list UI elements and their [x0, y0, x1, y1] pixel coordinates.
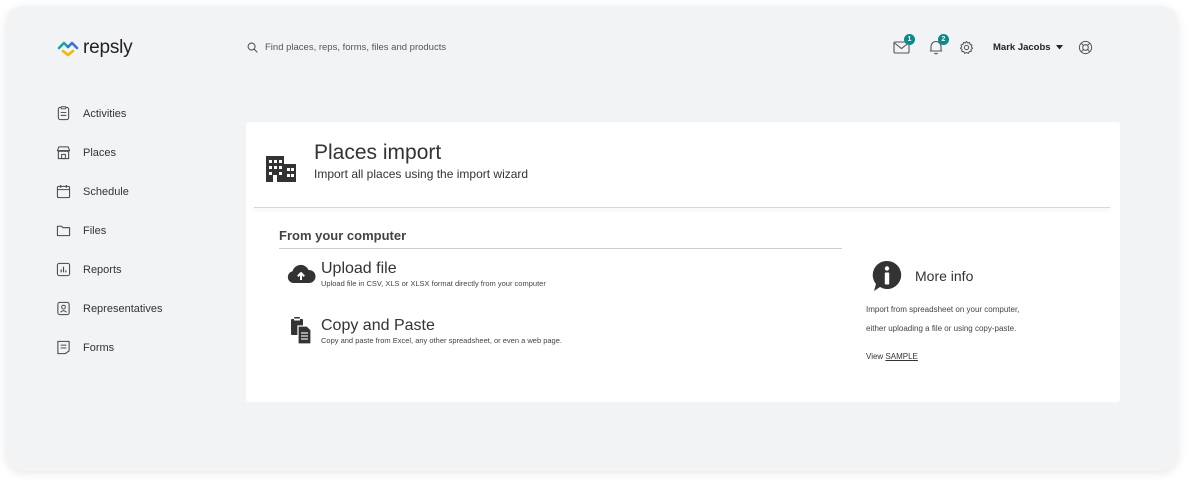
more-info-line: either uploading a file or using copy-pa… [866, 324, 1017, 333]
info-icon [872, 260, 902, 291]
view-sample: View SAMPLE [866, 352, 1096, 361]
global-search [247, 42, 585, 53]
calendar-icon [56, 184, 71, 199]
caret-down-icon [1055, 44, 1063, 49]
sidebar-item-label: Representatives [83, 302, 163, 315]
page-subtitle: Import all places using the import wizar… [314, 167, 529, 181]
sidebar-item-reports[interactable]: Reports [56, 250, 163, 289]
upload-file-description: Upload file in CSV, XLS or XLSX format d… [321, 279, 546, 288]
cloud-upload-icon [287, 264, 316, 283]
storefront-icon [56, 146, 71, 160]
sidebar-item-label: Reports [83, 263, 122, 276]
more-info-title: More info [915, 268, 974, 284]
upload-file-option[interactable]: Upload file Upload file in CSV, XLS or X… [281, 260, 546, 288]
page-header: Places import Import all places using th… [264, 140, 528, 182]
more-info-panel: More info Import from spreadsheet on you… [866, 260, 1096, 361]
sidebar-item-label: Forms [83, 341, 115, 354]
repsly-logo-icon [57, 41, 79, 57]
section-divider [279, 248, 842, 249]
search-icon [247, 42, 258, 53]
lifebuoy-icon [1078, 40, 1093, 54]
building-icon [266, 156, 296, 182]
copy-paste-description: Copy and paste from Excel, any other spr… [321, 336, 562, 345]
page-title: Places import [314, 141, 442, 164]
clipboard-icon [57, 106, 70, 121]
help-button[interactable] [1075, 36, 1097, 58]
search-input[interactable] [265, 42, 585, 53]
mail-badge: 1 [904, 34, 915, 45]
user-menu[interactable]: Mark Jacobs [993, 42, 1063, 53]
sidebar-item-label: Places [83, 146, 117, 159]
sidebar-item-label: Activities [83, 107, 127, 120]
settings-button[interactable] [955, 36, 977, 58]
sidebar: Activities Places Schedule Files Reports… [56, 94, 163, 367]
gear-icon [959, 40, 973, 54]
notifications-badge: 2 [938, 34, 949, 45]
copy-paste-title: Copy and Paste [321, 317, 435, 334]
sidebar-item-label: Files [83, 224, 107, 237]
chart-icon [56, 262, 71, 277]
sidebar-item-schedule[interactable]: Schedule [56, 172, 163, 211]
copy-paste-option[interactable]: Copy and Paste Copy and paste from Excel… [281, 317, 562, 345]
sidebar-item-label: Schedule [83, 185, 129, 198]
mail-button[interactable]: 1 [891, 34, 915, 58]
header-divider [254, 207, 1110, 208]
places-import-card: Places import Import all places using th… [246, 122, 1120, 402]
user-name: Mark Jacobs [993, 41, 1051, 53]
upload-file-title: Upload file [321, 260, 397, 277]
sample-link[interactable]: SAMPLE [885, 352, 917, 361]
logo[interactable]: repsly [57, 37, 133, 59]
app-window: repsly 1 2 [6, 6, 1178, 471]
form-icon [57, 340, 70, 355]
sidebar-item-files[interactable]: Files [56, 211, 163, 250]
sidebar-item-places[interactable]: Places [56, 133, 163, 172]
sidebar-item-activities[interactable]: Activities [56, 94, 163, 133]
section-title: From your computer [279, 228, 407, 243]
sidebar-item-forms[interactable]: Forms [56, 328, 163, 367]
more-info-line: Import from spreadsheet on your computer… [866, 305, 1020, 314]
view-sample-prefix: View [866, 352, 884, 361]
folder-icon [56, 225, 71, 237]
copy-paste-icon [291, 317, 312, 345]
sidebar-item-representatives[interactable]: Representatives [56, 289, 163, 328]
more-info-text: Import from spreadsheet on your computer… [866, 300, 1096, 338]
header-actions: 1 2 Mark Jacobs [891, 34, 1097, 58]
notifications-button[interactable]: 2 [925, 34, 949, 58]
logo-text: repsly [83, 37, 133, 58]
id-badge-icon [57, 301, 70, 316]
